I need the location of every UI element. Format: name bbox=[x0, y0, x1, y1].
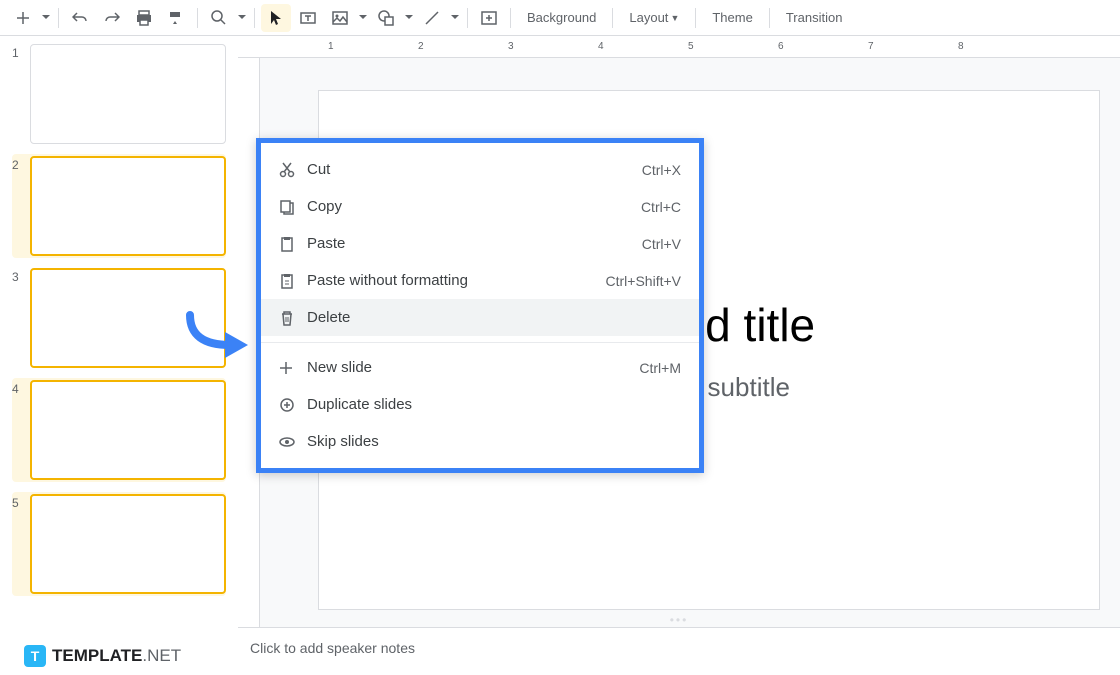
menu-label: New slide bbox=[307, 359, 639, 376]
separator bbox=[510, 8, 511, 28]
line-button[interactable] bbox=[417, 4, 447, 32]
paint-format-button[interactable] bbox=[161, 4, 191, 32]
menu-label: Duplicate slides bbox=[307, 396, 681, 413]
slide-number: 2 bbox=[12, 156, 30, 256]
ruler-tick: 1 bbox=[328, 41, 334, 52]
plus-icon bbox=[279, 361, 307, 375]
paste-icon bbox=[279, 236, 307, 252]
menu-copy[interactable]: Copy Ctrl+C bbox=[261, 188, 699, 225]
theme-button[interactable]: Theme bbox=[702, 4, 762, 32]
textbox-button[interactable] bbox=[293, 4, 323, 32]
new-slide-dropdown[interactable] bbox=[40, 4, 52, 32]
menu-paste[interactable]: Paste Ctrl+V bbox=[261, 225, 699, 262]
line-dropdown[interactable] bbox=[449, 4, 461, 32]
redo-button[interactable] bbox=[97, 4, 127, 32]
menu-delete[interactable]: Delete bbox=[261, 299, 699, 336]
zoom-button[interactable] bbox=[204, 4, 234, 32]
menu-separator bbox=[261, 342, 699, 343]
shape-button[interactable] bbox=[371, 4, 401, 32]
layout-label: Layout bbox=[629, 10, 668, 25]
separator bbox=[612, 8, 613, 28]
image-button[interactable] bbox=[325, 4, 355, 32]
menu-shortcut: Ctrl+X bbox=[642, 162, 681, 178]
skip-icon bbox=[279, 434, 307, 450]
menu-shortcut: Ctrl+M bbox=[639, 360, 681, 376]
menu-label: Delete bbox=[307, 309, 681, 326]
watermark-tld: .NET bbox=[142, 646, 181, 666]
ruler-tick: 6 bbox=[778, 41, 784, 52]
menu-paste-plain[interactable]: Paste without formatting Ctrl+Shift+V bbox=[261, 262, 699, 299]
menu-label: Paste without formatting bbox=[307, 272, 606, 289]
comment-button[interactable] bbox=[474, 4, 504, 32]
menu-shortcut: Ctrl+C bbox=[641, 199, 681, 215]
menu-label: Paste bbox=[307, 235, 642, 252]
transition-button[interactable]: Transition bbox=[776, 4, 853, 32]
chevron-down-icon: ▼ bbox=[670, 13, 679, 23]
slide-thumb-4[interactable]: 4 bbox=[12, 378, 226, 482]
thumb-preview bbox=[30, 156, 226, 256]
separator bbox=[769, 8, 770, 28]
menu-cut[interactable]: Cut Ctrl+X bbox=[261, 151, 699, 188]
menu-new-slide[interactable]: New slide Ctrl+M bbox=[261, 349, 699, 386]
ruler-tick: 7 bbox=[868, 41, 874, 52]
slide-number: 3 bbox=[12, 268, 30, 368]
slide-thumb-1[interactable]: 1 bbox=[12, 44, 226, 144]
menu-duplicate[interactable]: Duplicate slides bbox=[261, 386, 699, 423]
image-dropdown[interactable] bbox=[357, 4, 369, 32]
thumb-preview bbox=[30, 380, 226, 480]
menu-label: Skip slides bbox=[307, 433, 681, 450]
new-slide-button[interactable] bbox=[8, 4, 38, 32]
ruler-tick: 8 bbox=[958, 41, 964, 52]
thumb-preview bbox=[30, 44, 226, 144]
thumb-preview bbox=[30, 494, 226, 594]
context-menu: Cut Ctrl+X Copy Ctrl+C Paste Ctrl+V Past… bbox=[256, 138, 704, 473]
menu-skip[interactable]: Skip slides bbox=[261, 423, 699, 460]
ruler-tick: 4 bbox=[598, 41, 604, 52]
ruler-tick: 2 bbox=[418, 41, 424, 52]
separator bbox=[197, 8, 198, 28]
shape-dropdown[interactable] bbox=[403, 4, 415, 32]
copy-icon bbox=[279, 199, 307, 215]
watermark-icon: T bbox=[24, 645, 46, 667]
delete-icon bbox=[279, 310, 307, 326]
menu-shortcut: Ctrl+V bbox=[642, 236, 681, 252]
ruler-horizontal: 1 2 3 4 5 6 7 8 bbox=[238, 36, 1120, 58]
layout-button[interactable]: Layout▼ bbox=[619, 4, 689, 32]
background-button[interactable]: Background bbox=[517, 4, 606, 32]
slide-number: 4 bbox=[12, 380, 30, 480]
separator bbox=[254, 8, 255, 28]
paste-plain-icon bbox=[279, 273, 307, 289]
slide-thumb-2[interactable]: 2 bbox=[12, 154, 226, 258]
slide-number: 1 bbox=[12, 44, 30, 144]
menu-shortcut: Ctrl+Shift+V bbox=[606, 273, 681, 289]
menu-label: Cut bbox=[307, 161, 642, 178]
watermark: T TEMPLATE.NET bbox=[24, 645, 181, 667]
cut-icon bbox=[279, 162, 307, 178]
separator bbox=[695, 8, 696, 28]
select-tool[interactable] bbox=[261, 4, 291, 32]
pane-drag-handle[interactable]: ••• bbox=[670, 613, 689, 627]
annotation-arrow bbox=[180, 310, 260, 360]
watermark-brand: TEMPLATE bbox=[52, 646, 142, 666]
separator bbox=[58, 8, 59, 28]
ruler-tick: 3 bbox=[508, 41, 514, 52]
slide-number: 5 bbox=[12, 494, 30, 594]
duplicate-icon bbox=[279, 397, 307, 413]
slide-thumb-5[interactable]: 5 bbox=[12, 492, 226, 596]
print-button[interactable] bbox=[129, 4, 159, 32]
ruler-tick: 5 bbox=[688, 41, 694, 52]
separator bbox=[467, 8, 468, 28]
speaker-notes[interactable]: Click to add speaker notes bbox=[238, 627, 1120, 675]
toolbar: Background Layout▼ Theme Transition bbox=[0, 0, 1120, 36]
menu-label: Copy bbox=[307, 198, 641, 215]
zoom-dropdown[interactable] bbox=[236, 4, 248, 32]
undo-button[interactable] bbox=[65, 4, 95, 32]
